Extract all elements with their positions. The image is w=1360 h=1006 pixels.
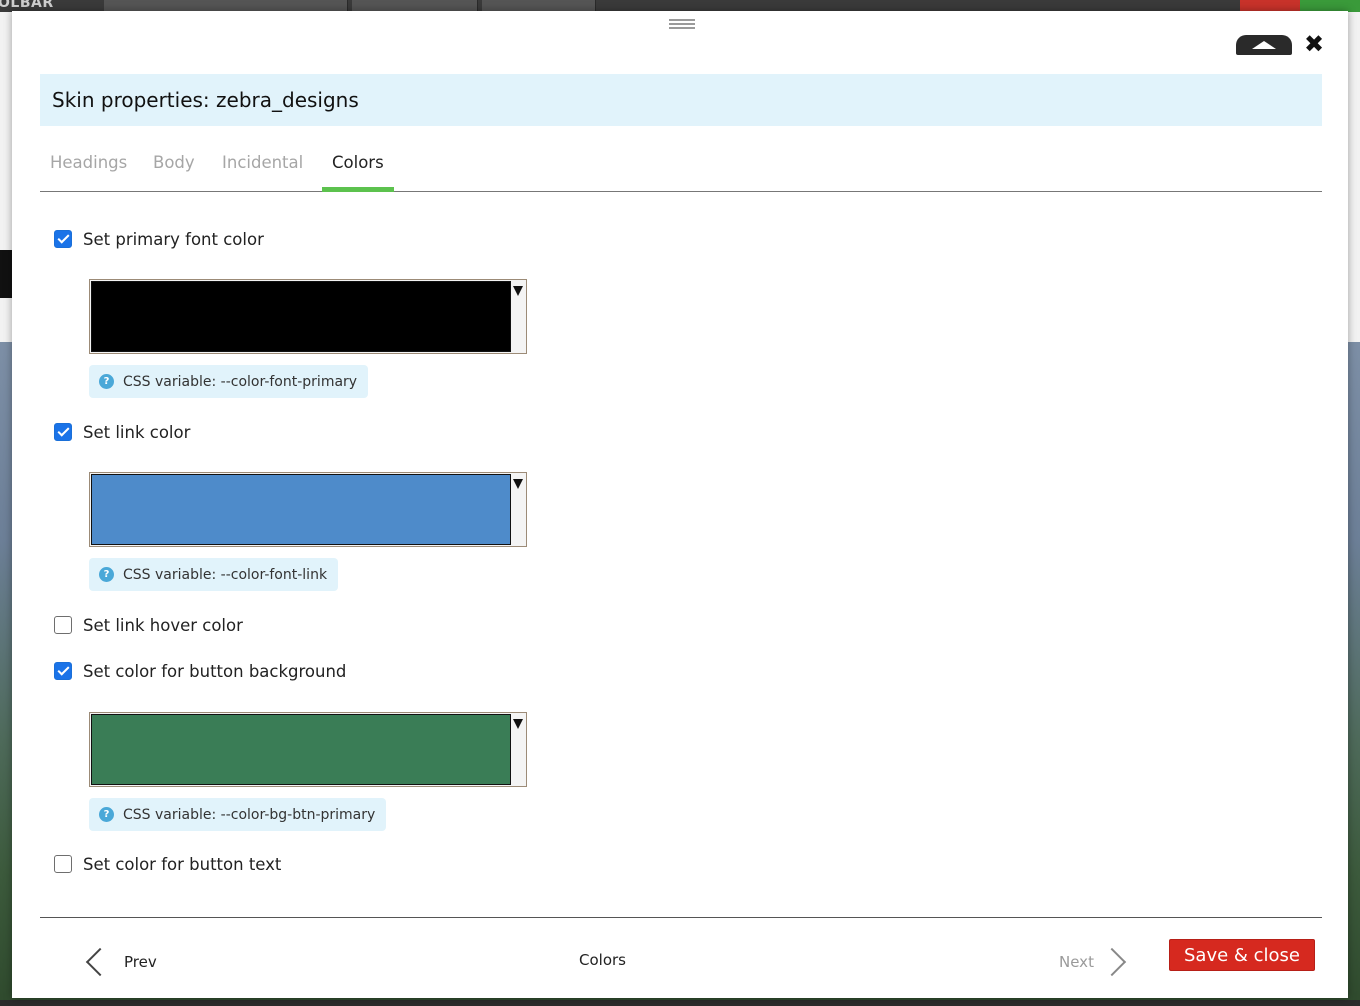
prev-button[interactable]: Prev xyxy=(82,946,157,978)
option-link-color: Set link color xyxy=(54,420,190,444)
modal-title: Skin properties: zebra_designs xyxy=(52,88,359,112)
tab-body[interactable]: Body xyxy=(143,141,205,191)
option-button-text-color: Set color for button text xyxy=(54,852,281,876)
tab-bar: Headings Body Incidental Colors xyxy=(40,141,1322,192)
help-icon[interactable]: ? xyxy=(99,567,114,582)
tab-incidental[interactable]: Incidental xyxy=(212,141,313,191)
current-tab-indicator: Colors xyxy=(579,951,626,969)
button-background-color-swatch xyxy=(91,714,511,785)
chevron-right-icon xyxy=(1097,947,1127,977)
option-button-background-color: Set color for button background xyxy=(54,659,346,683)
primary-font-color-label: Set primary font color xyxy=(83,229,264,249)
help-icon[interactable]: ? xyxy=(99,807,114,822)
next-label: Next xyxy=(1059,953,1094,971)
primary-font-color-checkbox[interactable] xyxy=(54,230,72,248)
background-right-panel xyxy=(1346,12,1360,342)
help-icon[interactable]: ? xyxy=(99,374,114,389)
css-variable-text: CSS variable: --color-font-primary xyxy=(123,373,358,390)
tab-headings[interactable]: Headings xyxy=(40,141,137,191)
button-background-color-label: Set color for button background xyxy=(83,661,347,681)
link-color-swatch xyxy=(91,474,511,545)
option-link-hover-color: Set link hover color xyxy=(54,613,243,637)
chevron-left-icon xyxy=(85,947,115,977)
css-variable-text: CSS variable: --color-bg-btn-primary xyxy=(123,806,376,823)
triangle-up-icon xyxy=(1252,41,1276,49)
footer-divider xyxy=(40,917,1322,918)
button-text-color-label: Set color for button text xyxy=(83,854,282,874)
link-color-label: Set link color xyxy=(83,422,191,442)
skin-properties-modal: ✖ Skin properties: zebra_designs Heading… xyxy=(12,11,1348,998)
dropdown-arrow-icon xyxy=(513,719,523,729)
primary-font-color-swatch xyxy=(91,281,511,352)
button-text-color-checkbox[interactable] xyxy=(54,855,72,873)
next-button[interactable]: Next xyxy=(1059,946,1127,978)
dropdown-arrow-icon xyxy=(513,479,523,489)
background-bottom-bar xyxy=(0,1000,1360,1006)
drag-handle-icon[interactable] xyxy=(669,19,695,29)
css-variable-chip-link: ? CSS variable: --color-font-link xyxy=(89,558,339,591)
button-background-color-picker[interactable] xyxy=(89,712,527,787)
save-and-close-button[interactable]: Save & close xyxy=(1169,939,1315,971)
close-icon[interactable]: ✖ xyxy=(1302,31,1326,57)
css-variable-chip-button-bg: ? CSS variable: --color-bg-btn-primary xyxy=(89,798,387,831)
primary-font-color-picker[interactable] xyxy=(89,279,527,354)
link-color-checkbox[interactable] xyxy=(54,423,72,441)
modal-title-bar: Skin properties: zebra_designs xyxy=(40,74,1322,126)
background-toolbar-label: OLBAR xyxy=(0,0,54,11)
css-variable-chip-primary: ? CSS variable: --color-font-primary xyxy=(89,365,369,398)
dropdown-arrow-icon xyxy=(513,286,523,296)
collapse-up-icon[interactable] xyxy=(1236,35,1292,55)
option-primary-font-color: Set primary font color xyxy=(54,227,264,251)
prev-label: Prev xyxy=(124,953,157,971)
css-variable-text: CSS variable: --color-font-link xyxy=(123,566,328,583)
link-hover-color-checkbox[interactable] xyxy=(54,616,72,634)
tab-colors[interactable]: Colors xyxy=(322,141,394,192)
link-color-picker[interactable] xyxy=(89,472,527,547)
button-background-color-checkbox[interactable] xyxy=(54,662,72,680)
link-hover-color-label: Set link hover color xyxy=(83,615,243,635)
